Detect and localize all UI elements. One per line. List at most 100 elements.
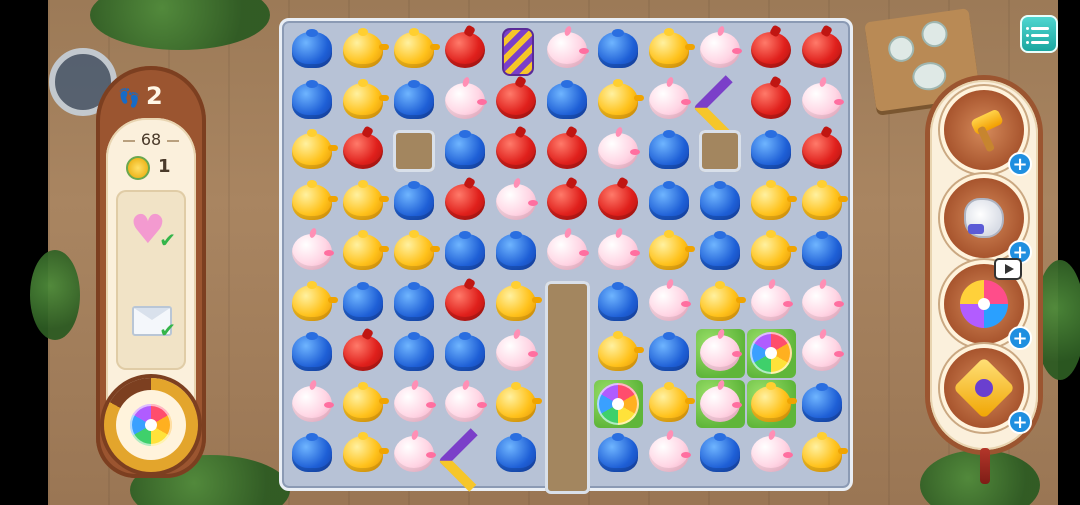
board-cell[interactable]: [492, 127, 540, 175]
board-cell[interactable]: [594, 329, 644, 377]
menu-button[interactable]: [1020, 15, 1058, 53]
board-cell[interactable]: [441, 127, 489, 175]
board-cell[interactable]: [594, 228, 642, 276]
board-cell[interactable]: [594, 127, 642, 175]
board-cell[interactable]: [594, 77, 644, 125]
board-cell[interactable]: [492, 329, 540, 377]
board-cell[interactable]: [798, 77, 846, 125]
board-cell[interactable]: [441, 329, 489, 377]
board-cell[interactable]: [747, 26, 795, 74]
board-cell[interactable]: [696, 26, 744, 74]
board-cell[interactable]: [339, 127, 387, 175]
board-cell[interactable]: [747, 430, 795, 478]
video-ad-icon[interactable]: [994, 258, 1022, 280]
board-cell[interactable]: [696, 380, 744, 428]
board-cell[interactable]: [288, 26, 336, 74]
board-cell[interactable]: [438, 428, 502, 492]
board-cell[interactable]: [594, 26, 642, 74]
glove-tool-button[interactable]: +: [944, 178, 1032, 264]
board-cell[interactable]: [339, 26, 389, 74]
board-cell[interactable]: [288, 329, 336, 377]
board-cell[interactable]: [645, 380, 695, 428]
star-tool-button[interactable]: +: [944, 348, 1032, 434]
board-cell[interactable]: [339, 329, 387, 377]
board-cell[interactable]: [798, 178, 848, 226]
board-cell[interactable]: [798, 228, 846, 276]
board-cell[interactable]: [645, 77, 693, 125]
board-cell[interactable]: [798, 430, 848, 478]
board-cell[interactable]: [693, 74, 757, 139]
board-cell[interactable]: [441, 26, 489, 74]
board-cell[interactable]: [747, 279, 795, 327]
board-cell[interactable]: [747, 77, 795, 125]
add-pinwheel-button[interactable]: +: [1008, 326, 1032, 350]
board-cell[interactable]: [492, 380, 542, 428]
board-cell[interactable]: [543, 127, 591, 175]
add-star-button[interactable]: +: [1008, 410, 1032, 434]
board-cell[interactable]: [543, 26, 591, 74]
board-cell[interactable]: [543, 228, 591, 276]
board-cell[interactable]: [390, 77, 438, 125]
add-hammer-button[interactable]: +: [1008, 152, 1032, 176]
board-cell[interactable]: [441, 380, 489, 428]
board-cell[interactable]: [288, 77, 336, 125]
board-cell[interactable]: [288, 380, 336, 428]
board-cell[interactable]: [339, 430, 389, 478]
board-cell[interactable]: [798, 380, 846, 428]
board-cell[interactable]: [288, 228, 336, 276]
board-cell[interactable]: [747, 329, 795, 377]
board-cell[interactable]: [645, 228, 695, 276]
board-cell[interactable]: [645, 178, 693, 226]
board-cell[interactable]: [339, 77, 389, 125]
board-cell[interactable]: [747, 178, 797, 226]
board-cell[interactable]: [492, 77, 540, 125]
board-cell[interactable]: [288, 127, 338, 175]
board-cell[interactable]: [747, 127, 795, 175]
board-cell[interactable]: [492, 279, 542, 327]
board-cell[interactable]: [339, 228, 389, 276]
board-cell[interactable]: [594, 430, 642, 478]
board-cell[interactable]: [390, 228, 440, 276]
board-cell[interactable]: [798, 279, 846, 327]
board-cell[interactable]: [747, 380, 797, 428]
board-cell[interactable]: [441, 279, 489, 327]
board-cell[interactable]: [492, 178, 540, 226]
board-cell[interactable]: [696, 228, 744, 276]
board-cell[interactable]: [288, 279, 338, 327]
board-cell[interactable]: [390, 26, 440, 74]
board-cell[interactable]: [696, 430, 744, 478]
board-cell[interactable]: [594, 279, 642, 327]
board-cell[interactable]: [390, 430, 438, 478]
board-cell[interactable]: [798, 127, 846, 175]
board-cell[interactable]: [696, 279, 746, 327]
board-cell[interactable]: [594, 178, 642, 226]
board-cell[interactable]: [390, 380, 438, 428]
board-cell[interactable]: [645, 26, 695, 74]
board-cell[interactable]: [543, 178, 591, 226]
board-cell[interactable]: [645, 329, 693, 377]
board-cell[interactable]: [390, 279, 438, 327]
board-cell[interactable]: [696, 329, 744, 377]
board-cell[interactable]: [594, 380, 642, 428]
board-cell[interactable]: [390, 178, 438, 226]
board-cell[interactable]: [339, 279, 387, 327]
board-cell[interactable]: [390, 329, 438, 377]
board-cell[interactable]: [339, 380, 389, 428]
board-cell[interactable]: [747, 228, 797, 276]
board-cell[interactable]: [492, 430, 540, 478]
board-cell[interactable]: [798, 26, 846, 74]
board-cell[interactable]: [798, 329, 846, 377]
power-booster-button[interactable]: [104, 378, 198, 472]
board-cell[interactable]: [441, 228, 489, 276]
board-cell[interactable]: [492, 228, 540, 276]
board-cell[interactable]: [492, 26, 540, 76]
board-cell[interactable]: [441, 178, 489, 226]
board-cell[interactable]: [288, 178, 338, 226]
board-cell[interactable]: [288, 430, 336, 478]
board-cell[interactable]: [696, 178, 744, 226]
hammer-tool-button[interactable]: +: [944, 90, 1032, 176]
board-cell[interactable]: [645, 127, 693, 175]
board-cell[interactable]: [339, 178, 389, 226]
board-cell[interactable]: [645, 279, 693, 327]
board-cell[interactable]: [441, 77, 489, 125]
